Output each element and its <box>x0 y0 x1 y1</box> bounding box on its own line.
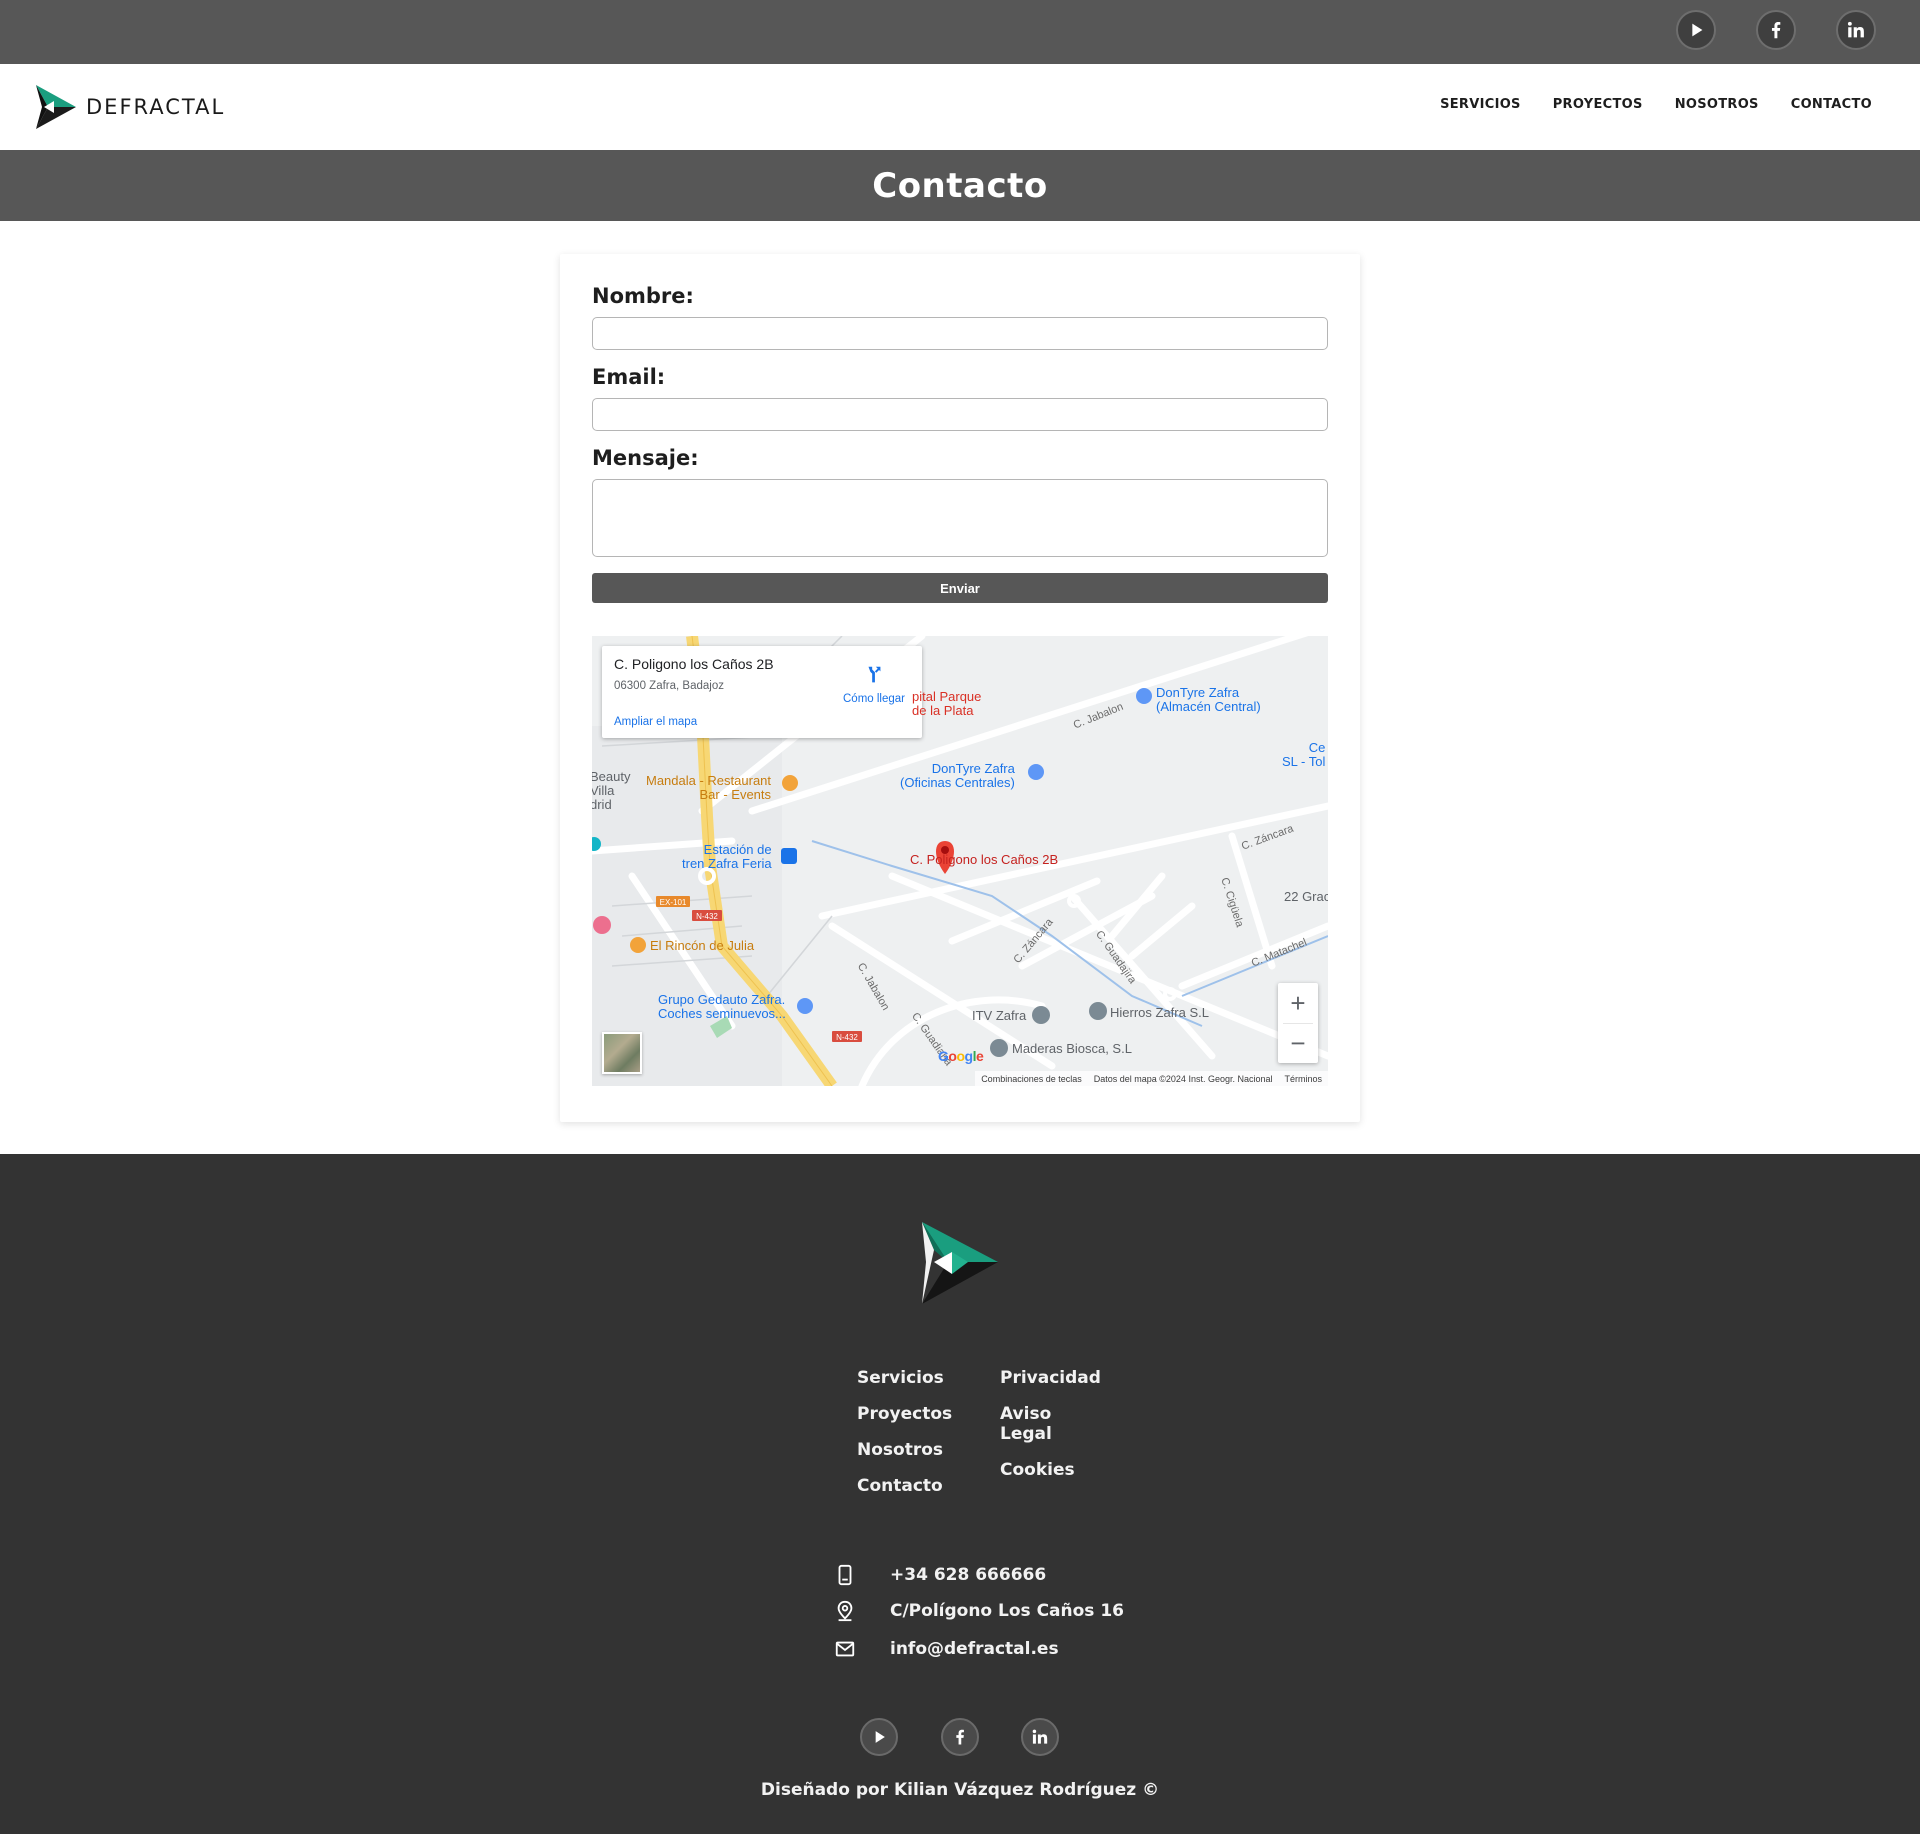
footer-link-nosotros[interactable]: Nosotros <box>857 1440 952 1460</box>
location-pin-icon <box>837 1600 853 1622</box>
directions-icon <box>868 666 881 683</box>
poi-ce: Ce SL - Tol <box>1282 740 1326 769</box>
terms-link[interactable]: Términos <box>1284 1074 1322 1084</box>
message-field[interactable] <box>592 479 1328 557</box>
nav-nosotros[interactable]: NOSOTROS <box>1675 97 1759 112</box>
poi-dontyre-almacen: DonTyre Zafra (Almacén Central) <box>1156 685 1261 714</box>
zoom-in-button[interactable]: + <box>1278 983 1318 1023</box>
nav-servicios[interactable]: SERVICIOS <box>1440 97 1521 112</box>
map-place-address: 06300 Zafra, Badajoz <box>614 680 724 692</box>
footer-logo-icon <box>922 1222 998 1304</box>
poi-itv: ITV Zafra <box>972 1008 1027 1023</box>
top-social-bar <box>0 0 1920 64</box>
footer-link-proyectos[interactable]: Proyectos <box>857 1404 952 1424</box>
footer-facebook-icon[interactable] <box>941 1718 979 1756</box>
map-place-title: C. Poligono los Caños 2B <box>614 656 774 672</box>
defractal-logo-icon <box>36 85 76 129</box>
brand-logo[interactable]: DEFRACTAL <box>34 82 225 132</box>
footer-address: C/Polígono Los Caños 16 <box>890 1601 1124 1621</box>
footer-youtube-icon[interactable] <box>860 1718 898 1756</box>
page-title-band: Contacto <box>0 150 1920 221</box>
phone-icon <box>838 1564 852 1586</box>
facebook-icon[interactable] <box>1756 10 1796 50</box>
poi-rincon-julia: El Rincón de Julia <box>650 938 755 953</box>
footer-phone-row: +34 628 666666 <box>834 1564 1046 1586</box>
submit-button[interactable]: Enviar <box>592 573 1328 603</box>
mail-icon <box>835 1641 855 1657</box>
map-marker-label: C. Poligono los Caños 2B <box>910 852 1059 867</box>
contact-card: Nombre: Email: Mensaje: Enviar EX-101 N-… <box>560 254 1360 1122</box>
keyboard-shortcuts-link[interactable]: Combinaciones de teclas <box>981 1074 1082 1084</box>
main-nav: SERVICIOS PROYECTOS NOSOTROS CONTACTO <box>1440 97 1872 112</box>
nav-proyectos[interactable]: PROYECTOS <box>1553 97 1643 112</box>
poi-dontyre-oficinas: DonTyre Zafra (Oficinas Centrales) <box>900 761 1015 790</box>
poi-hospital: pital Parque de la Plata <box>912 689 982 718</box>
poi-hierros: Hierros Zafra S.L <box>1110 1005 1209 1020</box>
map-attribution: Combinaciones de teclas Datos del mapa ©… <box>975 1071 1328 1086</box>
name-label: Nombre: <box>592 284 694 308</box>
poi-gedauto: Grupo Gedauto Zafra. Coches seminuevos..… <box>658 992 786 1021</box>
footer-email-row: info@defractal.es <box>834 1638 1059 1660</box>
directions-label: Cómo llegar <box>843 693 905 705</box>
name-field[interactable] <box>592 317 1328 350</box>
footer-link-contacto[interactable]: Contacto <box>857 1476 952 1496</box>
map-data-credit: Datos del mapa ©2024 Inst. Geogr. Nacion… <box>1093 1073 1273 1084</box>
map-embed[interactable]: EX-101 N-432 N-432 C. Poligono los Caños… <box>592 636 1328 1086</box>
footer-link-aviso-legal[interactable]: Aviso Legal <box>1000 1404 1101 1444</box>
footer-linkedin-icon[interactable] <box>1021 1718 1059 1756</box>
footer-phone[interactable]: +34 628 666666 <box>890 1565 1046 1585</box>
poi-estacion: Estación de tren Zafra Feria <box>682 842 772 871</box>
poi-maderas: Maderas Biosca, S.L <box>1012 1041 1132 1056</box>
satellite-layer-toggle[interactable] <box>602 1032 642 1074</box>
footer-link-privacidad[interactable]: Privacidad <box>1000 1368 1101 1388</box>
nav-contacto[interactable]: CONTACTO <box>1791 97 1872 112</box>
message-label: Mensaje: <box>592 446 699 470</box>
footer: Servicios Proyectos Nosotros Contacto Pr… <box>0 1154 1920 1834</box>
poi-grac: 22 Grac <box>1284 889 1328 904</box>
road-badge-ex101: EX-101 <box>660 898 687 907</box>
linkedin-icon[interactable] <box>1836 10 1876 50</box>
directions-button[interactable]: Cómo llegar <box>834 664 914 705</box>
road-badge-n432-b: N-432 <box>836 1033 858 1042</box>
poi-mandala: Mandala - Restaurant Bar - Events <box>646 773 772 802</box>
youtube-icon[interactable] <box>1676 10 1716 50</box>
footer-credit: Diseñado por Kilian Vázquez Rodríguez © <box>760 1780 1160 1800</box>
footer-link-servicios[interactable]: Servicios <box>857 1368 952 1388</box>
map-zoom-controls: + − <box>1278 983 1318 1063</box>
footer-address-row: C/Polígono Los Caños 16 <box>834 1600 1124 1622</box>
google-logo: Google <box>938 1048 984 1064</box>
navbar: DEFRACTAL SERVICIOS PROYECTOS NOSOTROS C… <box>0 64 1920 150</box>
footer-link-cookies[interactable]: Cookies <box>1000 1460 1101 1480</box>
enlarge-map-link[interactable]: Ampliar el mapa <box>614 716 697 728</box>
poi-beauty: Beauty Villa drid <box>592 769 631 812</box>
map-info-box: C. Poligono los Caños 2B 06300 Zafra, Ba… <box>602 646 922 738</box>
footer-email[interactable]: info@defractal.es <box>890 1639 1059 1659</box>
zoom-out-button[interactable]: − <box>1278 1024 1318 1063</box>
footer-links-main: Servicios Proyectos Nosotros Contacto <box>857 1368 952 1496</box>
brand-wordmark: DEFRACTAL <box>86 95 226 119</box>
email-label: Email: <box>592 365 666 389</box>
email-field[interactable] <box>592 398 1328 431</box>
page-title: Contacto <box>872 165 1048 206</box>
footer-links-legal: Privacidad Aviso Legal Cookies <box>1000 1368 1101 1480</box>
road-badge-n432-a: N-432 <box>696 912 718 921</box>
